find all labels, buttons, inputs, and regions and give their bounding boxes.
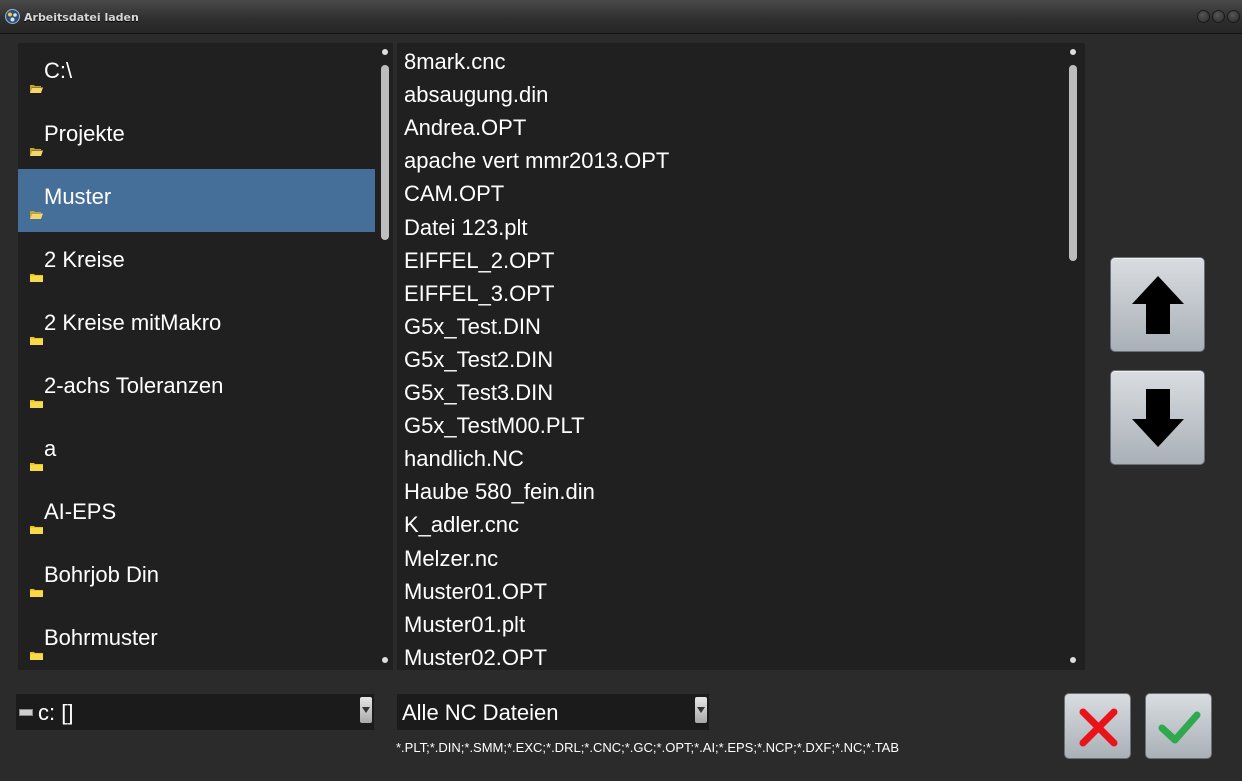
- maximize-button[interactable]: [1212, 10, 1225, 23]
- file-type-select[interactable]: Alle NC Dateien: [397, 694, 709, 730]
- folder-icon: [30, 589, 43, 597]
- file-type-extensions: *.PLT;*.DIN;*.SMM;*.EXC;*.DRL;*.CNC;*.GC…: [396, 740, 900, 755]
- scroll-thumb[interactable]: [381, 65, 389, 240]
- scroll-down-dot[interactable]: [1070, 657, 1076, 663]
- directory-item-label: 2-achs Toleranzen: [44, 373, 224, 398]
- folder-icon: [30, 337, 43, 345]
- folder-open-icon: [30, 85, 43, 93]
- cancel-button[interactable]: [1064, 693, 1131, 759]
- app-icon: [5, 9, 20, 24]
- window-controls: [1197, 10, 1240, 23]
- directory-item-label: 2 Kreise: [44, 247, 125, 272]
- scroll-up-button[interactable]: [1110, 257, 1205, 352]
- folder-open-icon: [30, 148, 43, 156]
- cross-icon: [1079, 708, 1118, 747]
- scroll-thumb[interactable]: [1069, 65, 1077, 261]
- directory-item-label: Bohrmuster: [44, 625, 158, 650]
- file-type-select-value: Alle NC Dateien: [402, 700, 559, 725]
- file-item[interactable]: Muster02.OPT: [404, 641, 547, 670]
- directory-item[interactable]: C:\: [18, 43, 375, 106]
- drive-select[interactable]: c: []: [16, 694, 374, 730]
- file-list[interactable]: 8mark.cnc absaugung.din Andrea.OPT apache v…: [397, 43, 1085, 670]
- directory-item[interactable]: Bohrjob Din: [18, 547, 375, 610]
- scroll-up-dot[interactable]: [1070, 49, 1076, 55]
- file-item[interactable]: Melzer.nc: [404, 542, 498, 575]
- directory-item-label: Projekte: [44, 121, 125, 146]
- folder-open-icon: [30, 211, 43, 219]
- directory-item-label: 2 Kreise mitMakro: [44, 310, 222, 335]
- file-item[interactable]: G5x_Test3.DIN: [404, 376, 553, 409]
- file-item[interactable]: G5x_Test2.DIN: [404, 343, 553, 376]
- folder-icon: [30, 400, 43, 408]
- directory-item[interactable]: a: [18, 421, 375, 484]
- file-item[interactable]: absaugung.din: [404, 78, 548, 111]
- folder-icon: [30, 526, 43, 534]
- folder-icon: [30, 274, 43, 282]
- close-button[interactable]: [1227, 10, 1240, 23]
- directory-item-label: Bohrjob Din: [44, 562, 159, 587]
- file-item[interactable]: G5x_TestM00.PLT: [404, 409, 585, 442]
- file-item[interactable]: handlich.NC: [404, 442, 524, 475]
- directory-item[interactable]: Muster: [18, 169, 375, 232]
- file-item[interactable]: EIFFEL_3.OPT: [404, 277, 554, 310]
- arrow-up-icon: [1132, 276, 1184, 334]
- arrow-down-icon: [1132, 389, 1184, 447]
- folder-icon: [30, 463, 43, 471]
- directory-item-label: AI-EPS: [44, 499, 117, 524]
- window-title: Arbeitsdatei laden: [24, 11, 139, 24]
- chevron-down-icon[interactable]: [695, 697, 707, 723]
- file-item[interactable]: Muster01.plt: [404, 608, 525, 641]
- file-scrollbar[interactable]: [1067, 43, 1079, 670]
- scroll-up-dot[interactable]: [382, 49, 388, 55]
- scroll-down-dot[interactable]: [382, 657, 388, 663]
- dialog-body: C:\ Projekte Muster 2 Kreise 2 Kreise mitMak…: [0, 34, 1242, 781]
- file-item[interactable]: EIFFEL_2.OPT: [404, 244, 554, 277]
- file-item[interactable]: apache vert mmr2013.OPT: [404, 144, 669, 177]
- checkmark-icon: [1158, 711, 1201, 744]
- directory-item[interactable]: Bohrmuster: [18, 610, 375, 670]
- drive-icon: [19, 709, 33, 716]
- file-item[interactable]: Muster01.OPT: [404, 575, 547, 608]
- directory-list[interactable]: C:\ Projekte Muster 2 Kreise 2 Kreise mitMak…: [18, 43, 393, 670]
- file-item[interactable]: CAM.OPT: [404, 177, 504, 210]
- folder-icon: [30, 652, 43, 660]
- confirm-button[interactable]: [1145, 693, 1212, 759]
- minimize-button[interactable]: [1197, 10, 1210, 23]
- directory-item[interactable]: Projekte: [18, 106, 375, 169]
- directory-item[interactable]: 2 Kreise: [18, 232, 375, 295]
- directory-item-label: Muster: [44, 184, 112, 209]
- directory-item[interactable]: 2 Kreise mitMakro: [18, 295, 375, 358]
- file-item[interactable]: Haube 580_fein.din: [404, 475, 595, 508]
- chevron-down-icon[interactable]: [360, 697, 372, 723]
- file-item[interactable]: Andrea.OPT: [404, 111, 526, 144]
- file-item[interactable]: 8mark.cnc: [404, 45, 505, 78]
- file-item[interactable]: K_adler.cnc: [404, 508, 519, 541]
- directory-item-label: a: [44, 436, 57, 461]
- scroll-down-button[interactable]: [1110, 370, 1205, 465]
- file-item[interactable]: G5x_Test.DIN: [404, 310, 541, 343]
- file-item[interactable]: Datei 123.plt: [404, 211, 528, 244]
- directory-item-label: C:\: [44, 58, 73, 83]
- directory-item[interactable]: 2-achs Toleranzen: [18, 358, 375, 421]
- directory-scrollbar[interactable]: [379, 43, 391, 670]
- drive-select-value: c: []: [38, 700, 74, 725]
- title-bar: Arbeitsdatei laden: [0, 0, 1242, 34]
- directory-item[interactable]: AI-EPS: [18, 484, 375, 547]
